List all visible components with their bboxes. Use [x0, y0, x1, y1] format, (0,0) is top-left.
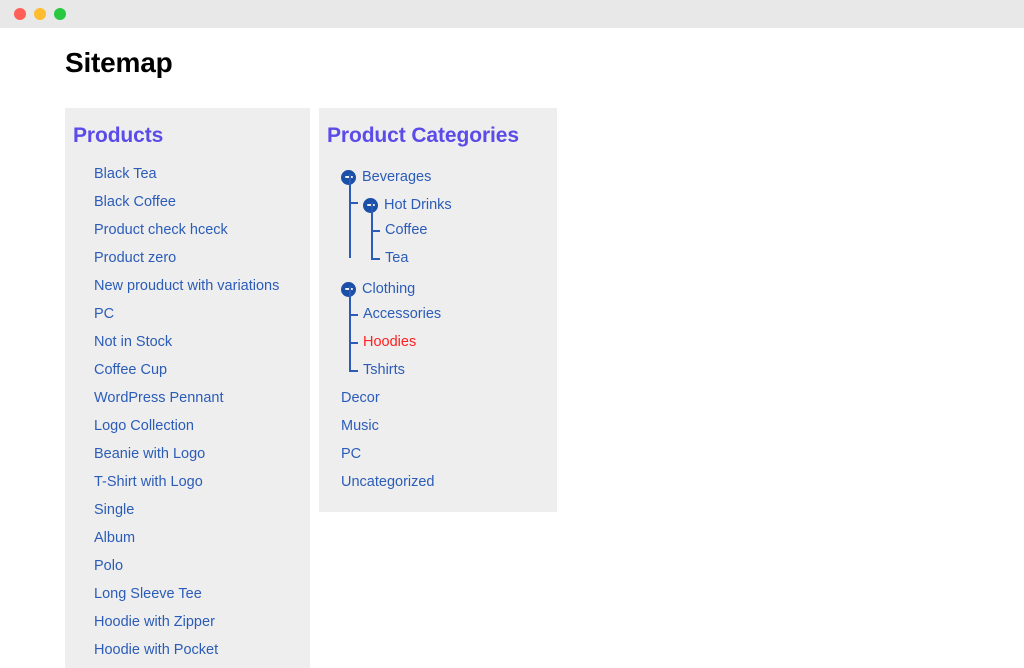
list-item: Single — [65, 496, 310, 524]
product-link[interactable]: Black Tea — [94, 166, 157, 182]
product-link[interactable]: Long Sleeve Tee — [94, 586, 202, 602]
tree-node-row: Hoodies — [363, 328, 416, 356]
list-item: PC — [65, 300, 310, 328]
tree-node-row: Accessories — [363, 300, 441, 328]
category-link[interactable]: Tea — [385, 244, 408, 272]
minus-circle-icon[interactable] — [341, 281, 356, 297]
category-link[interactable]: PC — [341, 440, 361, 468]
page-title: Sitemap — [65, 47, 173, 78]
traffic-light-controls — [14, 8, 66, 20]
product-link[interactable]: New prouduct with variations — [94, 278, 279, 294]
tree-connector-horizontal — [349, 202, 358, 204]
category-link[interactable]: Tshirts — [363, 356, 405, 384]
list-item: New prouduct with variations — [65, 272, 310, 300]
product-link[interactable]: Logo Collection — [94, 418, 194, 434]
zoom-window-button[interactable] — [54, 8, 66, 20]
tree-connector-horizontal — [349, 370, 358, 372]
window-titlebar — [0, 0, 1024, 28]
minus-bar — [366, 204, 375, 207]
list-item: Polo — [65, 552, 310, 580]
tree-node: Tea — [341, 230, 549, 272]
tree-node: PC — [341, 440, 549, 468]
product-link[interactable]: WordPress Pennant — [94, 390, 224, 406]
category-link[interactable]: Decor — [341, 384, 380, 412]
tree-node-row: Decor — [341, 384, 380, 412]
category-link[interactable]: Accessories — [363, 300, 441, 328]
category-link[interactable]: Clothing — [362, 275, 415, 303]
tree-connector-horizontal — [349, 314, 358, 316]
tree-node: Hoodies — [341, 314, 549, 356]
category-link[interactable]: Hot Drinks — [384, 191, 452, 219]
category-link[interactable]: Uncategorized — [341, 468, 435, 496]
product-link[interactable]: Product check hceck — [94, 222, 228, 238]
list-item: Hoodie with Zipper — [65, 608, 310, 636]
tree-node: Clothing — [341, 272, 549, 371]
tree-node-row: Tea — [385, 244, 408, 272]
tree-node-row: Hot Drinks — [363, 191, 452, 219]
minus-circle-icon[interactable] — [341, 169, 356, 185]
product-link[interactable]: T-Shirt with Logo — [94, 474, 203, 490]
list-item: Long Sleeve Tee — [65, 580, 310, 608]
tree-node: Decor — [341, 384, 549, 412]
tree-node-row: Tshirts — [363, 356, 405, 384]
list-item: Product zero — [65, 244, 310, 272]
page-content: Sitemap Products Black Tea Black Coffee Pr… — [0, 28, 1024, 668]
category-link[interactable]: Hoodies — [363, 328, 416, 356]
product-link[interactable]: Hoodie with Pocket — [94, 642, 218, 658]
product-link[interactable]: Product zero — [94, 250, 176, 266]
tree-node-row: Clothing — [341, 275, 415, 303]
category-link[interactable]: Music — [341, 412, 379, 440]
minimize-window-button[interactable] — [34, 8, 46, 20]
category-link[interactable]: Coffee — [385, 216, 427, 244]
tree-node: Coffee — [341, 202, 549, 244]
product-categories-tree: Beverages Hot Drinks Coffee Tea Clothing Acce… — [319, 160, 557, 496]
minus-bar — [344, 176, 353, 179]
tree-connector-horizontal — [371, 258, 380, 260]
tree-node-row: Beverages — [341, 163, 431, 191]
product-link[interactable]: Hoodie with Zipper — [94, 614, 215, 630]
product-categories-panel: Product Categories Beverages Hot Drinks Co… — [319, 107, 557, 513]
list-item: Logo Collection — [65, 412, 310, 440]
minus-circle-icon[interactable] — [363, 197, 378, 213]
tree-node-row: Uncategorized — [341, 468, 435, 496]
tree-node-row: PC — [341, 440, 361, 468]
category-link[interactable]: Beverages — [362, 163, 431, 191]
tree-node: Beverages — [341, 160, 549, 259]
tree-node: Uncategorized — [341, 468, 549, 496]
tree-connector-horizontal — [349, 342, 358, 344]
list-item: Not in Stock — [65, 328, 310, 356]
product-link[interactable]: Black Coffee — [94, 194, 176, 210]
product-link[interactable]: Polo — [94, 558, 123, 574]
list-item: WordPress Pennant — [65, 384, 310, 412]
list-item: Album — [65, 524, 310, 552]
tree-connector-horizontal — [371, 230, 380, 232]
tree-node: Tshirts — [341, 342, 549, 384]
list-item: Hoodie with Pocket — [65, 636, 310, 664]
list-item: Sunglasses — [65, 664, 310, 668]
tree-node: Hot Drinks — [341, 174, 549, 259]
tree-node-row: Music — [341, 412, 379, 440]
tree-node: Music — [341, 412, 549, 440]
close-window-button[interactable] — [14, 8, 26, 20]
products-panel: Products Black Tea Black Coffee Product ch… — [65, 107, 310, 668]
list-item: Product check hceck — [65, 216, 310, 244]
product-link[interactable]: Coffee Cup — [94, 362, 167, 378]
sitemap-columns: Products Black Tea Black Coffee Product ch… — [0, 107, 1024, 668]
product-link[interactable]: Not in Stock — [94, 334, 172, 350]
product-link[interactable]: Beanie with Logo — [94, 446, 205, 462]
list-item: Beanie with Logo — [65, 440, 310, 468]
product-link[interactable]: Single — [94, 502, 134, 518]
product-categories-panel-heading: Product Categories — [327, 123, 519, 147]
tree-node-row: Coffee — [385, 216, 427, 244]
products-list: Black Tea Black Coffee Product check hceck… — [65, 160, 310, 668]
list-item: T-Shirt with Logo — [65, 468, 310, 496]
tree-node: Accessories — [341, 286, 549, 328]
minus-bar — [344, 288, 353, 291]
products-panel-heading: Products — [73, 123, 164, 147]
list-item: Black Coffee — [65, 188, 310, 216]
product-link[interactable]: PC — [94, 306, 114, 322]
list-item: Coffee Cup — [65, 356, 310, 384]
list-item: Black Tea — [65, 160, 310, 188]
product-link[interactable]: Album — [94, 530, 135, 546]
